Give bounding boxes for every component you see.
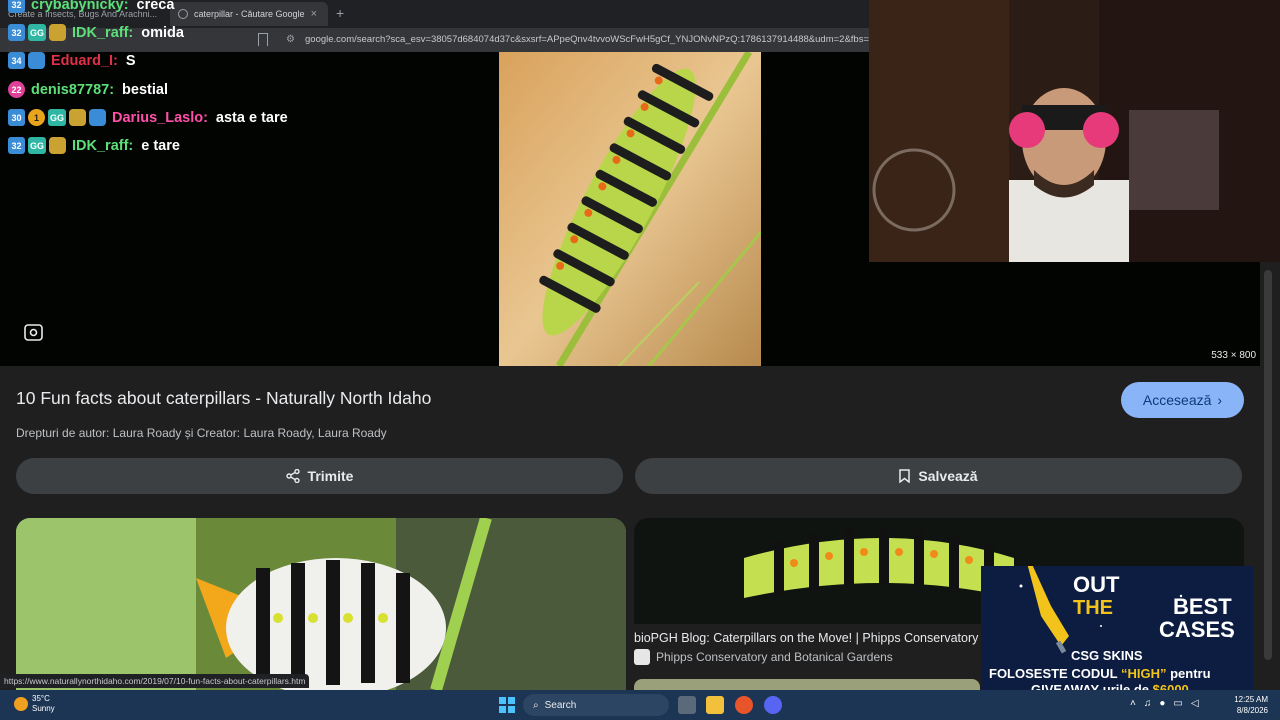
sub-badge: 30: [8, 109, 25, 126]
visit-button[interactable]: Accesează ›: [1121, 382, 1244, 418]
chat-text: e tare: [141, 137, 180, 154]
chat-text: asta e tare: [215, 109, 288, 126]
sun-icon: [14, 697, 28, 711]
chat-username: crybabynicky:: [31, 0, 129, 13]
ad-promo-line1: FOLOSESTE CODUL “HIGH” pentru: [989, 666, 1249, 681]
arrow-icon: [89, 109, 107, 126]
share-icon: [285, 469, 300, 483]
chat-message: 22 denis87787: bestial: [8, 81, 168, 98]
ad-brand: CSG SKINS: [1071, 648, 1143, 663]
chat-message: 30 1 GG Darius_Laslo: asta e tare: [8, 109, 288, 126]
search-label: Search: [544, 699, 577, 711]
brave-browser-icon[interactable]: [735, 696, 753, 714]
chat-username: Eduard_I:: [51, 52, 118, 69]
volume-icon[interactable]: ◁: [1191, 698, 1199, 709]
clock-time: 12:25 AM: [1234, 695, 1268, 704]
windows-taskbar: 35°C Sunny ⌕ Search ˄ ♫ ● ▭ ◁ 12:25 AM 8…: [0, 690, 1280, 720]
stream-chat-overlay: 32 crybabynicky: creca 32 GG IDK_raff: o…: [0, 0, 350, 172]
share-label: Trimite: [307, 468, 354, 484]
scrollbar-thumb[interactable]: [1264, 270, 1272, 660]
ad-promo-code: “HIGH”: [1120, 666, 1167, 681]
windows-start-icon[interactable]: [499, 697, 515, 713]
save-button[interactable]: Salvează: [635, 458, 1242, 494]
result-title[interactable]: 10 Fun facts about caterpillars - Natura…: [16, 388, 431, 409]
clock-date: 8/8/2026: [1236, 706, 1268, 715]
search-icon: ⌕: [533, 699, 539, 711]
share-button[interactable]: Trimite: [16, 458, 623, 494]
sub-badge: 32: [8, 24, 25, 41]
chat-text: bestial: [122, 81, 168, 98]
robot-icon: [69, 109, 87, 126]
status-bar-url: https://www.naturallynorthidaho.com/2019…: [0, 674, 310, 688]
chevron-up-icon[interactable]: ˄: [1130, 698, 1136, 709]
sub-badge: 32: [8, 137, 25, 154]
related-title[interactable]: bioPGH Blog: Caterpillars on the Move! |…: [634, 631, 980, 645]
ad-line2: THE: [1073, 597, 1113, 619]
related-image[interactable]: [16, 518, 626, 690]
site-favicon: [634, 649, 650, 665]
discord-icon[interactable]: [764, 696, 782, 714]
taskbar-search[interactable]: ⌕ Search: [523, 694, 669, 716]
microphone-icon[interactable]: ●: [1159, 698, 1165, 709]
streamer-webcam: [869, 0, 1280, 262]
copyright-text: Drepturi de autor: Laura Roady și Creato…: [16, 426, 387, 440]
sub-badge: 32: [8, 0, 25, 13]
caterpillar-main-image[interactable]: [499, 52, 761, 366]
ad-line1: OUT: [1073, 572, 1120, 597]
robot-icon: [49, 24, 67, 41]
chat-username: IDK_raff:: [72, 24, 134, 41]
screen: Create a Insects, Bugs And Arachni... ca…: [0, 0, 1280, 720]
speaker-icon[interactable]: ♫: [1144, 698, 1152, 709]
ad-line4: CASES: [1159, 617, 1235, 642]
related-image[interactable]: [634, 679, 980, 690]
chat-text: omida: [141, 24, 184, 41]
related-source[interactable]: Phipps Conservatory and Botanical Garden…: [634, 649, 893, 665]
chat-username: Darius_Laslo:: [112, 109, 208, 126]
file-explorer-icon[interactable]: [706, 696, 724, 714]
chat-message: 32 crybabynicky: creca: [8, 0, 174, 13]
ad-line3: BEST: [1173, 594, 1232, 619]
temperature: 35°C: [32, 694, 50, 703]
system-tray: ˄ ♫ ● ▭ ◁: [1130, 698, 1199, 709]
ad-promo-b: pentru: [1170, 666, 1211, 681]
url-text[interactable]: google.com/search?sca_esv=38057d684074d3…: [305, 34, 870, 45]
network-icon[interactable]: ▭: [1173, 698, 1182, 709]
chat-text: S: [125, 52, 136, 69]
robot-icon: [28, 52, 45, 69]
gg-badge: GG: [28, 24, 47, 41]
task-view-icon[interactable]: [678, 696, 696, 714]
image-dimensions: 533 × 800: [1211, 350, 1256, 361]
sub-badge: 22: [8, 81, 25, 98]
chat-message: 32 GG IDK_raff: omida: [8, 24, 184, 41]
chat-username: denis87787:: [31, 81, 115, 98]
gg-badge: GG: [48, 109, 67, 126]
visit-label: Accesează: [1142, 392, 1212, 408]
weather-condition: Sunny: [32, 704, 55, 713]
gg-badge: GG: [28, 137, 47, 154]
chat-username: IDK_raff:: [72, 137, 134, 154]
gift-badge: 1: [28, 109, 45, 126]
bookmark-icon: [899, 469, 911, 483]
chat-message: 34 Eduard_I: S: [8, 52, 136, 69]
weather-widget[interactable]: 35°C Sunny: [14, 694, 55, 714]
system-clock[interactable]: 12:25 AM 8/8/2026: [1228, 694, 1268, 716]
sponsor-ad-overlay: OUT THE BEST CASES CSG SKINS FOLOSESTE C…: [981, 566, 1254, 698]
robot-icon: [49, 137, 67, 154]
chevron-right-icon: ›: [1217, 392, 1223, 408]
google-lens-icon[interactable]: [24, 324, 43, 341]
chat-text: creca: [136, 0, 175, 13]
chat-message: 32 GG IDK_raff: e tare: [8, 137, 180, 154]
save-label: Salvează: [918, 468, 978, 484]
sub-badge: 34: [8, 52, 25, 69]
ad-promo-a: FOLOSESTE CODUL: [989, 666, 1118, 681]
source-label: Phipps Conservatory and Botanical Garden…: [656, 650, 893, 664]
